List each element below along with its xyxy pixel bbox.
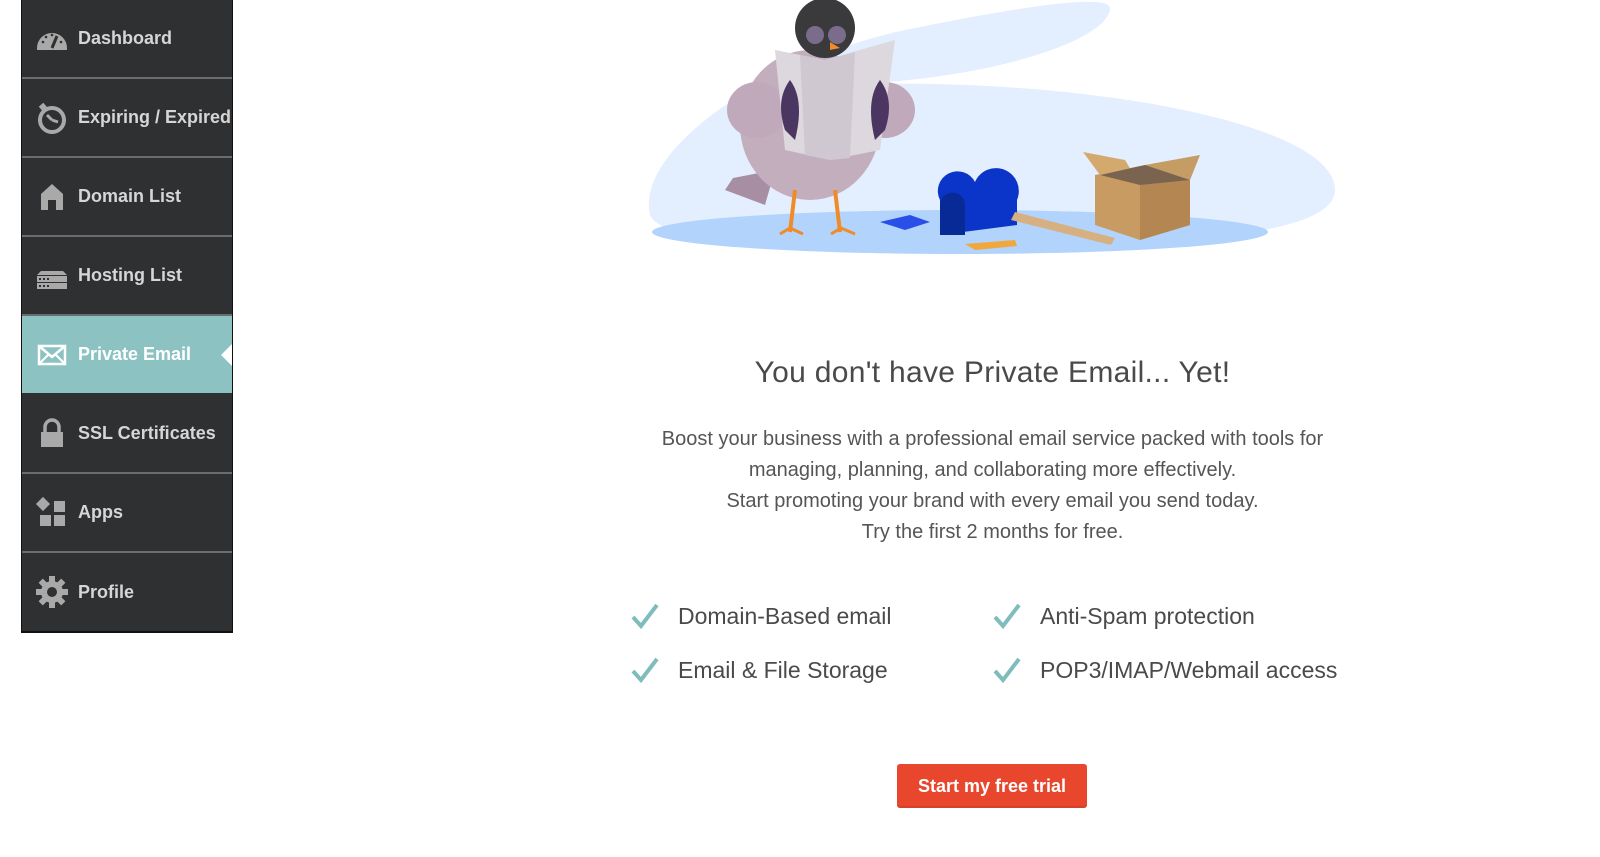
sidebar-item-label: Hosting List bbox=[78, 265, 182, 285]
sidebar-item-label: Domain List bbox=[78, 186, 182, 206]
sidebar-item-domain-list[interactable]: Domain List bbox=[22, 158, 232, 237]
feature-label: Email & File Storage bbox=[678, 656, 888, 683]
sidebar-item-label: Expiring / Expired bbox=[78, 107, 232, 127]
sidebar-item-label: Profile bbox=[78, 581, 135, 602]
checkmark-icon bbox=[631, 603, 659, 630]
empty-state-description: Boost your business with a professional … bbox=[0, 424, 1600, 548]
stopwatch-icon bbox=[34, 101, 70, 135]
sidebar-item-label: Dashboard bbox=[78, 28, 173, 48]
feature-list: Domain-Based email Anti-Spam protection … bbox=[630, 600, 1390, 686]
gear-icon bbox=[34, 575, 70, 609]
checkmark-icon bbox=[993, 603, 1021, 630]
checkmark-icon bbox=[631, 657, 659, 684]
sidebar-item-dashboard[interactable]: Dashboard bbox=[22, 0, 232, 79]
feature-label: POP3/IMAP/Webmail access bbox=[1040, 656, 1338, 683]
description-line: Start promoting your brand with every em… bbox=[726, 490, 1259, 512]
feature-item: Domain-Based email bbox=[630, 600, 992, 632]
sidebar-item-expiring[interactable]: Expiring / Expired bbox=[22, 79, 232, 158]
sidebar-item-hosting-list[interactable]: Hosting List bbox=[22, 237, 232, 316]
server-icon bbox=[34, 259, 70, 293]
feature-label: Domain-Based email bbox=[678, 602, 892, 629]
house-icon bbox=[34, 180, 70, 214]
sidebar-item-profile[interactable]: Profile bbox=[22, 553, 232, 631]
feature-item: Anti-Spam protection bbox=[992, 600, 1392, 632]
checkmark-icon bbox=[993, 657, 1021, 684]
start-free-trial-button[interactable]: Start my free trial bbox=[897, 764, 1087, 808]
feature-item: POP3/IMAP/Webmail access bbox=[992, 654, 1392, 686]
description-line: Boost your business with a professional … bbox=[661, 428, 1324, 450]
empty-state-illustration bbox=[645, 0, 1345, 265]
empty-state-title: You don't have Private Email... Yet! bbox=[754, 356, 1231, 390]
speedometer-icon bbox=[34, 22, 70, 56]
feature-item: Email & File Storage bbox=[630, 654, 992, 686]
description-line: managing, planning, and collaborating mo… bbox=[748, 459, 1237, 481]
feature-label: Anti-Spam protection bbox=[1040, 602, 1255, 629]
description-line: Try the first 2 months for free. bbox=[861, 521, 1124, 543]
